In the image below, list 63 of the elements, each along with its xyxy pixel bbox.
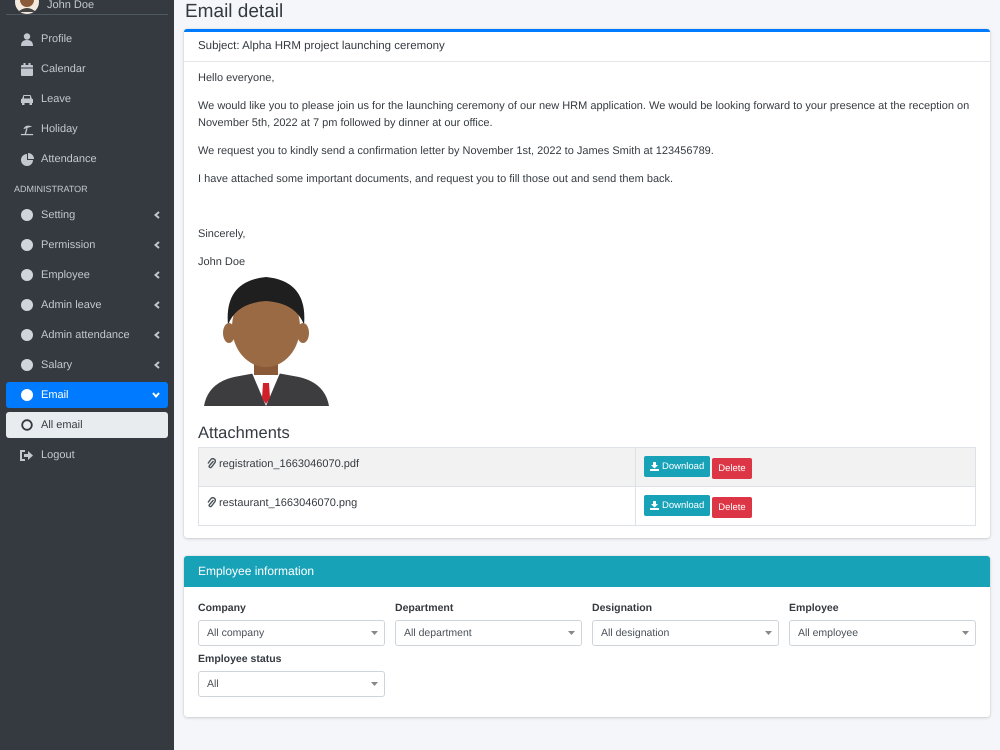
download-icon: [650, 462, 659, 470]
sidebar-item[interactable]: Permission: [6, 232, 168, 258]
submenu-item[interactable]: All email: [6, 412, 168, 438]
caret-down-icon: [962, 631, 969, 635]
sidebar-item[interactable]: Salary: [6, 352, 168, 378]
circle-icon: [21, 239, 33, 251]
signature: John Doe: [198, 255, 246, 270]
select-field[interactable]: All department: [395, 620, 582, 646]
sidebar-item[interactable]: Logout: [6, 442, 168, 468]
select-field[interactable]: All employee: [789, 620, 976, 646]
sidebar-item[interactable]: Holiday: [6, 116, 168, 142]
field-label: Employee status: [198, 653, 282, 665]
circle-icon: [21, 209, 33, 221]
greeting: Hello everyone,: [198, 71, 276, 86]
caret-down-icon: [371, 631, 378, 635]
ring-icon: [21, 419, 33, 431]
paragraph: We would like you to please join us for the launching ceremony of our new HRM application. We would be looking forward to your presence at the reception on November 5th, 2022 at 7 pm followed by dinner at our office.: [198, 99, 970, 131]
select-field[interactable]: All company: [198, 620, 385, 646]
pie-chart-icon: [20, 152, 34, 166]
select-field[interactable]: All designation: [592, 620, 779, 646]
download-icon: [650, 500, 659, 510]
calendar-icon: [21, 62, 33, 76]
caret-down-icon: [568, 631, 575, 635]
field-label: Department: [395, 602, 454, 614]
circle-icon: [21, 329, 33, 341]
field-label: Company: [198, 602, 247, 614]
umbrella-beach-icon: [20, 122, 34, 136]
sidebar-item[interactable]: Admin leave: [6, 292, 168, 318]
paperclip-icon: [207, 458, 216, 470]
sidebar-item[interactable]: Calendar: [6, 56, 168, 82]
sign-off: Sincerely,: [198, 227, 246, 242]
email-subject: Subject: Alpha HRM project launching ceremony: [184, 32, 990, 62]
file-name: registration_1663046070.pdf: [219, 458, 360, 470]
sign-out-icon: [20, 450, 34, 460]
sidebar-item[interactable]: Employee: [6, 262, 168, 288]
card-header: Employee information: [184, 556, 990, 587]
delete-button[interactable]: Delete: [712, 458, 752, 478]
delete-button[interactable]: Delete: [712, 496, 752, 518]
paperclip-icon: [207, 497, 216, 508]
circle-icon: [21, 299, 33, 311]
select-field[interactable]: All: [198, 671, 385, 697]
car-icon: [20, 94, 34, 104]
circle-icon: [21, 269, 33, 281]
paragraph: I have attached some important documents, and request you to fill those out and send them back.: [198, 172, 674, 187]
paragraph: We request you to kindly send a confirmation letter by November 1st, 2022 to James Smith at 123456789.: [198, 144, 715, 159]
sidebar-item[interactable]: Email: [6, 382, 168, 408]
section-header: ADMINISTRATOR: [13, 183, 89, 196]
attachments-heading: Attachments: [198, 424, 291, 443]
page-title: Email detail: [185, 0, 284, 24]
sidebar-item[interactable]: Attendance: [6, 146, 168, 172]
field-label: Designation: [592, 602, 654, 614]
sidebar-item[interactable]: Setting: [6, 202, 168, 228]
sidebar-item[interactable]: Admin attendance: [6, 322, 168, 348]
circle-icon: [21, 359, 33, 371]
user-icon: [21, 32, 33, 46]
caret-down-icon: [371, 682, 378, 686]
sidebar-item[interactable]: Leave: [6, 86, 168, 112]
user-name: John Doe: [47, 0, 94, 11]
sidebar-item[interactable]: Profile: [6, 26, 168, 52]
field-label: Employee: [789, 602, 840, 614]
file-name: restaurant_1663046070.png: [219, 496, 358, 509]
caret-down-icon: [765, 631, 772, 635]
circle-icon: [21, 389, 33, 401]
